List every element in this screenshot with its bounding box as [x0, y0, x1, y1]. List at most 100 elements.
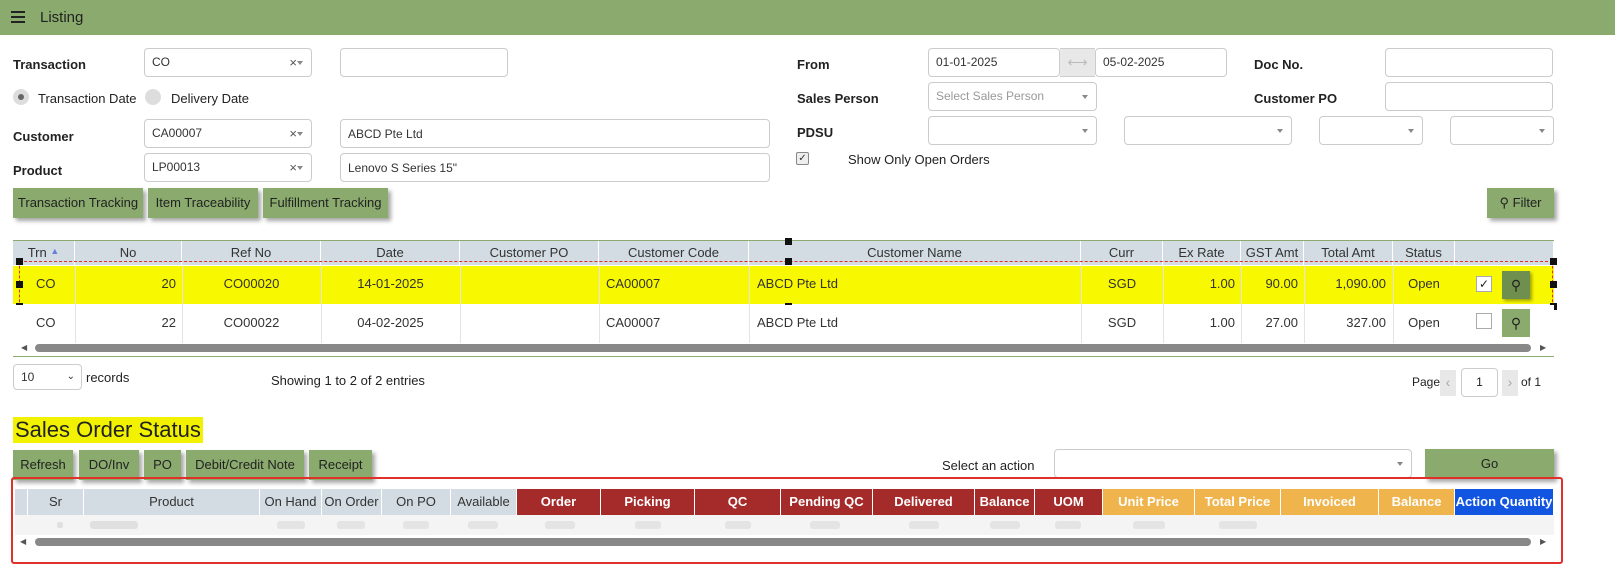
- scroll-right-icon[interactable]: ▶: [1540, 537, 1546, 546]
- col-delivered[interactable]: Delivered: [873, 489, 975, 515]
- resize-handle[interactable]: [1550, 258, 1557, 265]
- go-button[interactable]: Go: [1425, 449, 1554, 479]
- pdsu-select-3[interactable]: [1319, 116, 1423, 145]
- blurred-cell: [1133, 521, 1165, 529]
- blurred-cell: [635, 521, 661, 529]
- sales-person-select[interactable]: Select Sales Person: [928, 82, 1097, 111]
- cell-status: Open: [1408, 315, 1440, 330]
- col-order[interactable]: Order: [517, 489, 601, 515]
- blurred-cell: [90, 521, 138, 529]
- page-size-select[interactable]: 10 ⌄: [13, 364, 82, 390]
- horizontal-scrollbar[interactable]: [35, 344, 1531, 352]
- product-name-input[interactable]: Lenovo S Series 15": [340, 153, 770, 182]
- refresh-button[interactable]: Refresh: [13, 450, 73, 480]
- transaction-select-value: CO: [152, 55, 170, 69]
- chevron-down-icon: [1082, 95, 1088, 99]
- doc-no-input[interactable]: [1385, 48, 1553, 77]
- section-title: Sales Order Status: [13, 417, 203, 443]
- page-label: Page: [1412, 375, 1441, 389]
- fulfillment-tracking-button[interactable]: Fulfillment Tracking: [263, 188, 388, 218]
- table-row[interactable]: CO 22 CO00022 04-02-2025 CA00007 ABCD Pt…: [13, 305, 1554, 343]
- col-picking[interactable]: Picking: [601, 489, 695, 515]
- from-label: From: [797, 57, 830, 72]
- debit-credit-note-button[interactable]: Debit/Credit Note: [186, 450, 304, 480]
- page-size-value: 10: [21, 370, 35, 384]
- col-balance[interactable]: Balance: [975, 489, 1035, 515]
- select-action-dropdown[interactable]: [1054, 449, 1412, 478]
- col-qc[interactable]: QC: [695, 489, 781, 515]
- column-divider: [1241, 266, 1242, 343]
- col-on-order[interactable]: On Order: [322, 489, 382, 515]
- blurred-cell: [545, 521, 575, 529]
- clear-icon[interactable]: ×: [289, 120, 297, 147]
- scroll-left-icon[interactable]: ◀: [21, 343, 27, 352]
- table-row: [15, 515, 1554, 535]
- col-available[interactable]: Available: [451, 489, 517, 515]
- col-total-price[interactable]: Total Price: [1195, 489, 1281, 515]
- resize-handle[interactable]: [16, 258, 23, 265]
- customer-select[interactable]: CA00007 ×: [144, 119, 312, 148]
- transaction-date-radio[interactable]: [13, 89, 29, 105]
- top-bar: [0, 0, 1615, 35]
- blurred-cell: [277, 521, 305, 529]
- col-pending-qc[interactable]: Pending QC: [781, 489, 873, 515]
- col-balance-2[interactable]: Balance: [1379, 489, 1455, 515]
- col-on-hand[interactable]: On Hand: [260, 489, 322, 515]
- to-date-input[interactable]: 05-02-2025: [1095, 48, 1227, 77]
- scroll-right-icon[interactable]: ▶: [1540, 343, 1546, 352]
- chevron-down-icon: [297, 61, 303, 65]
- customer-name-input[interactable]: ABCD Pte Ltd: [340, 119, 770, 148]
- pdsu-select-2[interactable]: [1124, 116, 1292, 145]
- resize-handle[interactable]: [16, 281, 23, 288]
- transaction-extra-input[interactable]: [340, 48, 508, 77]
- filter-button[interactable]: ⚲ Filter: [1487, 188, 1554, 218]
- receipt-button[interactable]: Receipt: [309, 450, 372, 480]
- scroll-left-icon[interactable]: ◀: [20, 537, 26, 546]
- delivery-date-radio[interactable]: [145, 89, 161, 105]
- menu-icon[interactable]: [11, 11, 25, 24]
- page-title: Listing: [40, 9, 84, 26]
- do-inv-button[interactable]: DO/Inv: [79, 450, 139, 480]
- po-button[interactable]: PO: [144, 450, 181, 480]
- col-uom[interactable]: UOM: [1035, 489, 1103, 515]
- prev-page-icon[interactable]: ‹: [1440, 370, 1456, 396]
- transaction-tracking-button[interactable]: Transaction Tracking: [13, 188, 143, 218]
- next-page-icon[interactable]: ›: [1502, 370, 1518, 396]
- col-action-quantity[interactable]: Action Quantity: [1455, 489, 1554, 515]
- page-input[interactable]: 1: [1461, 368, 1498, 397]
- pdsu-select-1[interactable]: [928, 116, 1097, 145]
- cell-ref-no: CO00022: [223, 315, 280, 330]
- pdsu-select-4[interactable]: [1450, 116, 1554, 145]
- col-product[interactable]: Product: [84, 489, 260, 515]
- doc-no-label: Doc No.: [1254, 57, 1304, 72]
- customer-po-input[interactable]: [1385, 82, 1553, 111]
- col-invoiced[interactable]: Invoiced: [1281, 489, 1379, 515]
- blurred-cell: [403, 521, 429, 529]
- col-on-po[interactable]: On PO: [382, 489, 451, 515]
- row-checkbox[interactable]: [1476, 313, 1492, 329]
- showing-entries: Showing 1 to 2 of 2 entries: [271, 373, 425, 388]
- from-date-input[interactable]: 01-01-2025: [928, 48, 1060, 77]
- horizontal-scrollbar[interactable]: [35, 538, 1531, 546]
- product-select-value: LP00013: [152, 160, 201, 174]
- resize-handle[interactable]: [1550, 281, 1557, 288]
- product-select[interactable]: LP00013 ×: [144, 153, 312, 182]
- transaction-select[interactable]: CO ×: [144, 48, 312, 77]
- search-icon: ⚲: [1499, 195, 1509, 210]
- blurred-cell: [337, 521, 365, 529]
- resize-handle[interactable]: [785, 238, 792, 245]
- sales-order-status-grid: Sr Product On Hand On Order On PO Availa…: [15, 489, 1554, 551]
- clear-icon[interactable]: ×: [289, 154, 297, 181]
- blurred-cell: [990, 521, 1020, 529]
- clear-icon[interactable]: ×: [289, 49, 297, 76]
- blurred-cell: [810, 521, 840, 529]
- col-unit-price[interactable]: Unit Price: [1103, 489, 1195, 515]
- resize-handle[interactable]: [785, 258, 792, 265]
- date-range-arrow-icon: ⟷: [1060, 48, 1095, 77]
- item-traceability-button[interactable]: Item Traceability: [148, 188, 258, 218]
- view-detail-icon[interactable]: ⚲: [1502, 309, 1530, 337]
- show-open-checkbox[interactable]: ✓: [796, 152, 809, 165]
- col-sr[interactable]: Sr: [28, 489, 84, 515]
- cell-total-amt: 327.00: [1346, 315, 1386, 330]
- transaction-date-label: Transaction Date: [38, 91, 137, 106]
